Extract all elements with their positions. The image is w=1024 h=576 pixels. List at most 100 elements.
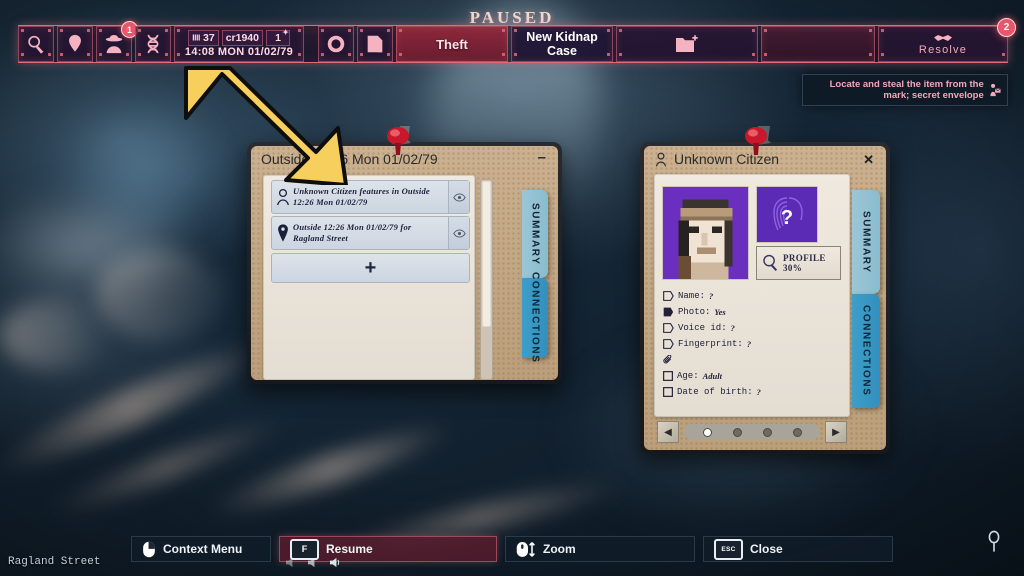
hint-label: Zoom xyxy=(543,542,576,556)
citizen-window-tabs: SUMMARY CONNECTIONS xyxy=(852,190,880,408)
hint-zoom[interactable]: Zoom xyxy=(505,536,695,562)
attribute-value: ? xyxy=(747,339,751,349)
stats-row: 37 cr1940 1 ✦ xyxy=(188,30,290,45)
attribute-row[interactable]: Voice id: ? xyxy=(663,323,735,333)
search-icon xyxy=(25,33,47,55)
tab-connections[interactable]: CONNECTIONS xyxy=(852,294,880,408)
speaker-icon xyxy=(329,557,342,568)
map-pin-icon-button[interactable] xyxy=(57,26,93,62)
notes-icon-button[interactable] xyxy=(357,26,393,62)
magnifier-icon xyxy=(762,254,779,272)
eye-icon xyxy=(453,193,466,202)
close-button[interactable]: ✕ xyxy=(863,152,874,168)
pager-next-button[interactable]: ▶ xyxy=(825,421,847,443)
add-entry-button[interactable]: + xyxy=(271,253,470,283)
ring-icon-button[interactable] xyxy=(318,26,354,62)
attribute-value: ? xyxy=(731,323,735,333)
city-stat: 37 xyxy=(188,30,219,46)
handshake-icon xyxy=(933,33,953,43)
attribute-label: Voice id: xyxy=(678,323,727,333)
pin-icon xyxy=(275,223,291,243)
checkbox-icon xyxy=(663,371,673,381)
attribute-row[interactable]: Name: ? xyxy=(663,291,713,301)
audio-indicators xyxy=(285,557,342,568)
outside-scrollbar-thumb[interactable] xyxy=(482,181,491,327)
attribute-row[interactable]: Photo: Yes xyxy=(663,307,726,317)
view-entry-button[interactable] xyxy=(448,181,469,213)
outside-scrollbar[interactable] xyxy=(480,179,493,380)
pager-dot[interactable] xyxy=(733,428,742,437)
dna-icon-button[interactable] xyxy=(135,26,171,62)
citizen-pager: ◀ ▶ xyxy=(657,421,847,443)
pager-dot[interactable] xyxy=(793,428,802,437)
list-item-text: Unknown Citizen features in Outside 12:2… xyxy=(291,184,448,210)
bottom-hint-bar: Context Menu F Resume Zoom ESC Close xyxy=(0,536,1024,562)
list-item[interactable]: Outside 12:26 Mon 01/02/79 for Ragland S… xyxy=(271,216,470,250)
person-icon xyxy=(275,187,291,207)
resolve-label: Resolve xyxy=(919,44,967,56)
tag-outline-icon xyxy=(663,291,674,301)
outside-window-tabs: SUMMARY CONNECTIONS xyxy=(522,190,548,358)
fingerprint-unknown-mark: ? xyxy=(781,207,793,229)
pushpin-icon xyxy=(382,124,414,158)
currency-stat: cr1940 xyxy=(222,30,263,46)
map-pin-icon xyxy=(64,33,86,55)
city-stat-value: 37 xyxy=(203,32,215,44)
attribute-label: Age: xyxy=(677,371,699,381)
hud-gap xyxy=(307,26,315,62)
tab-connections[interactable]: CONNECTIONS xyxy=(522,278,548,358)
detective-icon-button[interactable]: 1 xyxy=(96,26,132,62)
attribute-row[interactable]: Date of birth: ? xyxy=(663,387,761,397)
hint-close[interactable]: ESC Close xyxy=(703,536,893,562)
ring-icon xyxy=(325,33,347,55)
pager-prev-button[interactable]: ◀ xyxy=(657,421,679,443)
citizen-portrait[interactable] xyxy=(662,186,749,280)
tag-outline-icon xyxy=(663,339,674,349)
pushpin-icon xyxy=(740,124,772,158)
search-icon-button[interactable] xyxy=(18,26,54,62)
new-folder-icon xyxy=(674,33,700,55)
case-theft-button[interactable]: Theft xyxy=(396,26,508,62)
new-case-button[interactable]: New Kidnap Case xyxy=(511,26,613,62)
citizen-window[interactable]: Unknown Citizen ✕ xyxy=(640,142,890,454)
tab-summary[interactable]: SUMMARY xyxy=(852,190,880,294)
profile-progress[interactable]: PROFILE 30% xyxy=(756,246,841,280)
hint-context-menu[interactable]: Context Menu xyxy=(131,536,271,562)
notes-icon xyxy=(364,33,386,55)
resolve-button[interactable]: Resolve xyxy=(878,26,1008,62)
objective-text: Locate and steal the item from the mark;… xyxy=(809,79,984,101)
attribute-value: ? xyxy=(757,387,761,397)
top-hud-bar: 1 37 cr1940 1 ✦ 14:08 xyxy=(18,25,1008,63)
pager-dots xyxy=(684,424,820,440)
attribute-value: Adult xyxy=(703,371,722,381)
portrait-pixels xyxy=(663,187,748,279)
attribute-row[interactable]: Fingerprint: ? xyxy=(663,339,751,349)
list-item[interactable]: Unknown Citizen features in Outside 12:2… xyxy=(271,180,470,214)
hint-label: Close xyxy=(750,542,783,556)
speaker-icon xyxy=(285,557,298,568)
person-icon xyxy=(654,151,668,168)
notification-badge[interactable]: 2 xyxy=(997,18,1016,37)
attribute-row[interactable]: Age: Adult xyxy=(663,371,722,381)
fingerprint-box[interactable]: ? xyxy=(756,186,818,243)
view-entry-button[interactable] xyxy=(448,217,469,249)
attribute-label: Photo: xyxy=(678,307,710,317)
list-item-text: Outside 12:26 Mon 01/02/79 for Ragland S… xyxy=(291,220,448,246)
paperclip-icon xyxy=(663,355,674,366)
star-icon: ✦ xyxy=(282,28,289,37)
game-clock: 14:08 MON 01/02/79 xyxy=(185,46,293,58)
minimize-button[interactable]: – xyxy=(538,154,546,162)
tab-summary[interactable]: SUMMARY xyxy=(522,190,548,278)
pointer-arrow xyxy=(178,60,353,185)
attribute-row[interactable] xyxy=(663,355,674,366)
pager-dot[interactable] xyxy=(703,428,712,437)
checkbox-icon xyxy=(663,387,673,397)
star-stat: 1 ✦ xyxy=(266,30,290,46)
new-folder-button[interactable] xyxy=(616,26,758,62)
fingerprint-icon: ? xyxy=(766,193,808,237)
mouse-right-icon xyxy=(142,541,156,558)
key-esc: ESC xyxy=(714,539,743,560)
citizen-window-body: Unknown Citizen ✕ xyxy=(644,146,886,450)
attribute-value: Yes xyxy=(714,307,725,317)
pager-dot[interactable] xyxy=(763,428,772,437)
